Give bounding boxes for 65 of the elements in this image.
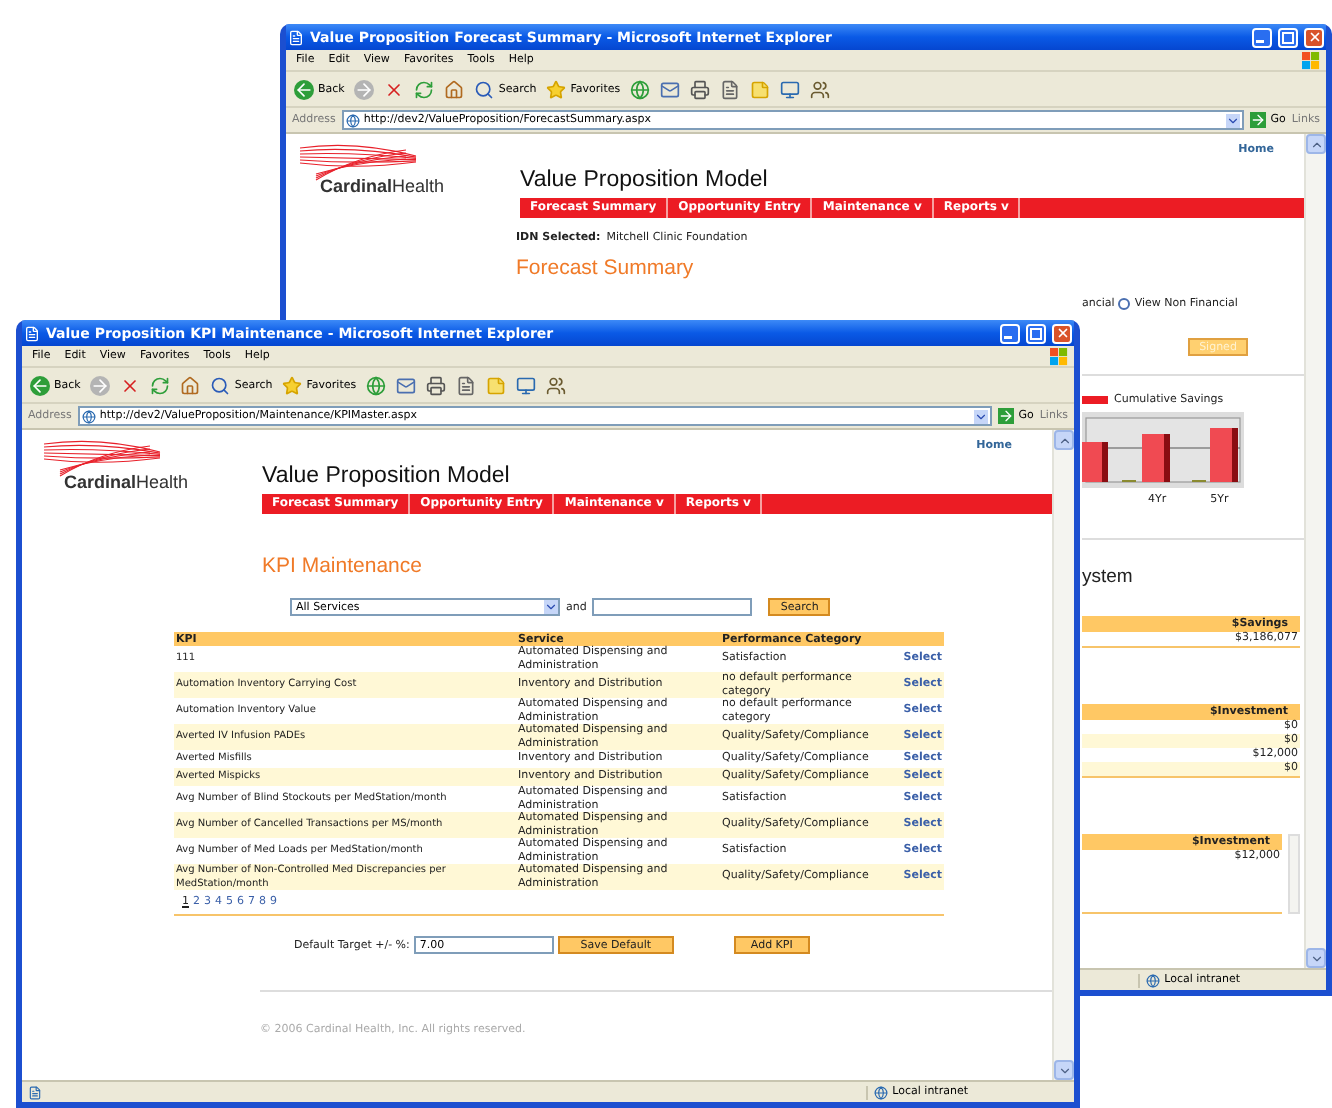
globe-icon [874,1085,889,1099]
page-heading: KPI Maintenance [262,554,424,578]
people-icon[interactable] [810,79,831,99]
refresh-icon[interactable] [414,79,435,99]
close-button[interactable] [1052,323,1072,343]
close-button[interactable] [1304,27,1324,47]
maximize-button[interactable] [1026,323,1046,343]
page-icon [28,1085,42,1099]
app-title: Value Proposition Model [262,464,512,488]
home-icon[interactable] [444,79,465,99]
star-icon [546,79,567,99]
search-field[interactable] [592,598,753,616]
close-icon [1307,30,1321,44]
document-icon[interactable] [456,375,477,395]
document-icon[interactable] [720,79,741,99]
printer-icon[interactable] [426,375,447,395]
scroll-down-icon[interactable] [1057,1063,1071,1077]
arrow-right-icon [1250,112,1267,128]
maximize-icon [1282,31,1294,43]
app-title: Value Proposition Model [520,168,770,192]
monitor-icon[interactable] [516,375,537,395]
page-heading: Forecast Summary [516,256,696,280]
company-logo: CardinalHealth [64,472,189,492]
radio-button[interactable] [1118,298,1131,310]
section-heading: ystem [1082,566,1135,588]
page-icon [288,29,304,45]
globe-icon[interactable] [366,375,387,395]
globe-icon [81,409,96,423]
minimize-button[interactable] [1252,27,1272,47]
stop-icon[interactable] [384,79,405,99]
globe-icon [1146,973,1161,987]
maximize-icon [1030,327,1042,339]
monitor-icon[interactable] [780,79,801,99]
mail-icon[interactable] [660,79,681,99]
maximize-button[interactable] [1278,27,1298,47]
people-icon[interactable] [546,375,567,395]
windows-flag-icon [1050,347,1068,365]
scroll-down-icon[interactable] [1309,951,1323,965]
refresh-icon[interactable] [150,375,171,395]
star-icon [282,375,303,395]
close-icon [1055,326,1069,340]
scroll-up-icon[interactable] [1057,433,1071,447]
forward-icon[interactable] [90,375,111,395]
stop-icon[interactable] [120,375,141,395]
mail-icon[interactable] [396,375,417,395]
dropdown-caret-icon[interactable] [974,409,989,423]
dropdown-caret-icon [544,600,558,614]
vertical-scrollbar[interactable] [1288,834,1300,914]
dropdown-caret-icon[interactable] [1226,113,1241,127]
windows-flag-icon [1302,51,1320,69]
minimize-button[interactable] [1000,323,1020,343]
scroll-up-icon[interactable] [1309,137,1323,151]
search-icon [210,375,231,395]
vertical-scrollbar[interactable] [1052,430,1074,1080]
legend-swatch [1082,396,1108,404]
page-icon [24,325,40,341]
arrow-right-icon [998,408,1015,424]
vertical-scrollbar[interactable] [1304,134,1326,968]
globe-icon[interactable] [630,79,651,99]
search-icon [474,79,495,99]
printer-icon[interactable] [690,79,711,99]
forward-icon[interactable] [354,79,375,99]
globe-icon [345,113,360,127]
home-icon[interactable] [180,375,201,395]
company-logo: CardinalHealth [320,176,445,196]
